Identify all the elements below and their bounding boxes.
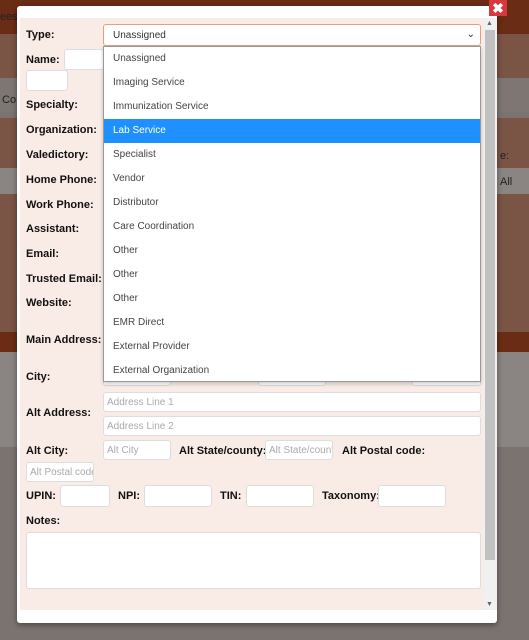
name-label: Name: (26, 54, 60, 66)
type-label: Type: (26, 29, 55, 41)
valedictory-label: Valedictory: (26, 149, 89, 161)
dropdown-option[interactable]: Other (104, 287, 480, 311)
dropdown-option[interactable]: Care Coordination (104, 215, 480, 239)
npi-label: NPI: (118, 490, 140, 502)
close-button[interactable]: ✖ (489, 0, 507, 16)
dropdown-option[interactable]: Other (104, 239, 480, 263)
alt-postal-label: Alt Postal code: (342, 445, 426, 457)
taxonomy-input[interactable] (378, 485, 446, 507)
website-label: Website: (26, 297, 72, 309)
alt-address-label: Alt Address: (26, 407, 91, 419)
dropdown-option[interactable]: Specialist (104, 143, 480, 167)
tin-input[interactable] (246, 485, 314, 507)
scrollbar[interactable]: ▲ ▼ (483, 18, 497, 610)
dropdown-option[interactable]: External Provider (104, 335, 480, 359)
dropdown-option[interactable]: Unassigned (104, 47, 480, 71)
scroll-down-icon[interactable]: ▼ (486, 601, 493, 608)
alt-postal-input[interactable]: Alt Postal code (26, 462, 94, 482)
upin-input[interactable] (60, 485, 110, 507)
background-text: Co (2, 94, 17, 106)
type-select-value: Unassigned (113, 29, 166, 41)
trusted-email-label: Trusted Email: (26, 273, 102, 285)
background-text: All (500, 176, 513, 188)
alt-address-line1-input[interactable]: Address Line 1 (103, 392, 481, 412)
npi-input[interactable] (144, 485, 212, 507)
alt-city-input[interactable]: Alt City (103, 440, 171, 460)
dropdown-option[interactable]: EMR Direct (104, 311, 480, 335)
alt-state-label: Alt State/county: (179, 445, 267, 457)
alt-state-input[interactable]: Alt State/county (265, 440, 333, 460)
dropdown-option-highlighted[interactable]: Lab Service (104, 119, 480, 143)
city-label: City: (26, 371, 51, 383)
work-phone-label: Work Phone: (26, 199, 94, 211)
upin-label: UPIN: (26, 490, 56, 502)
type-dropdown-list[interactable]: Unassigned Imaging Service Immunization … (103, 46, 481, 382)
taxonomy-label: Taxonomy: (322, 490, 380, 502)
assistant-label: Assistant: (26, 223, 80, 235)
type-select[interactable]: Unassigned ⌄ (103, 24, 481, 46)
chevron-down-icon: ⌄ (466, 29, 475, 40)
dropdown-option[interactable]: Other (104, 263, 480, 287)
main-address-label: Main Address: (26, 334, 102, 346)
home-phone-label: Home Phone: (26, 174, 97, 186)
dropdown-option[interactable]: Imaging Service (104, 71, 480, 95)
name-title-select[interactable] (64, 49, 104, 70)
email-label: Email: (26, 248, 60, 260)
dropdown-option[interactable]: External Organization (104, 359, 480, 383)
tin-label: TIN: (220, 490, 242, 502)
scroll-up-icon[interactable]: ▲ (486, 20, 493, 27)
specialty-label: Specialty: (26, 99, 78, 111)
name-input[interactable] (26, 70, 68, 91)
dropdown-option[interactable]: Distributor (104, 191, 480, 215)
notes-label: Notes: (26, 515, 61, 527)
dropdown-option[interactable]: Vendor (104, 167, 480, 191)
scrollbar-thumb[interactable] (485, 30, 495, 560)
background-text: e: (500, 150, 510, 162)
background-text: ees (0, 11, 18, 23)
dropdown-option[interactable]: Immunization Service (104, 95, 480, 119)
alt-city-label: Alt City: (26, 445, 69, 457)
alt-address-line2-input[interactable]: Address Line 2 (103, 416, 481, 436)
notes-textarea[interactable] (26, 532, 481, 589)
organization-label: Organization: (26, 124, 97, 136)
